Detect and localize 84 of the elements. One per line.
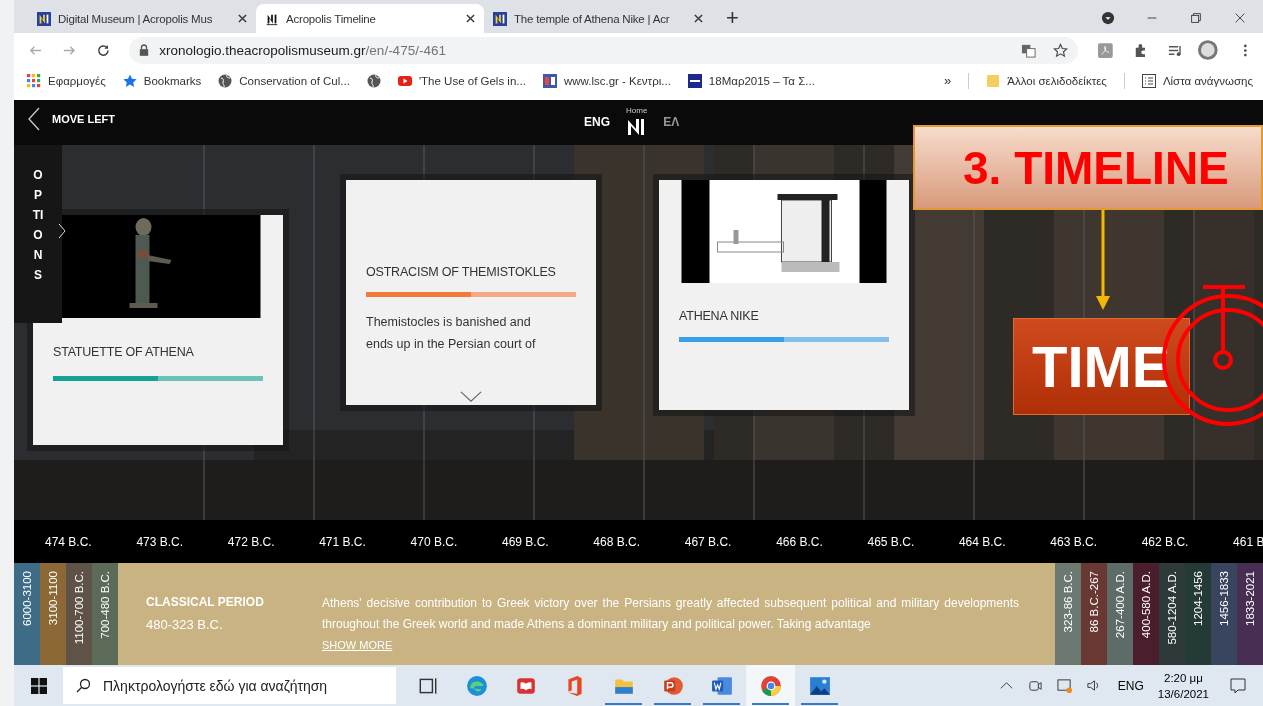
period-dates: 480-323 B.C. xyxy=(146,617,224,632)
presentation-app-icon xyxy=(661,674,684,697)
globe-icon xyxy=(218,73,233,88)
camera-icon[interactable] xyxy=(1027,678,1043,693)
taskbar-search-field[interactable]: Πληκτρολογήστε εδώ για αναζήτηση xyxy=(63,667,396,704)
profile-avatar-icon[interactable] xyxy=(1196,39,1219,61)
year-label[interactable]: 469 B.C. xyxy=(501,534,594,549)
year-label[interactable]: 464 B.C. xyxy=(958,534,1051,549)
bookmark[interactable]: www.lsc.gr - Κεντρι... xyxy=(542,73,671,88)
url-path: /en/-475/-461 xyxy=(365,42,446,58)
volume-icon[interactable] xyxy=(1085,678,1101,693)
period-description: Athens' decisive contribution to Greek victory over the Persians greatly affected subsequent political and military developments throughout the Greek world and made Athens a dominant military and political power. Taking advantage xyxy=(322,595,1019,633)
bookmark[interactable] xyxy=(366,73,381,88)
apps-grid-icon xyxy=(27,73,41,88)
bookmark[interactable]: Conservation of Cul... xyxy=(218,73,350,88)
year-label[interactable]: 461 B xyxy=(1233,534,1263,549)
more-bookmarks-button[interactable]: » xyxy=(944,73,952,88)
network-icon[interactable] xyxy=(1056,678,1072,693)
year-label[interactable]: 473 B.C. xyxy=(136,534,228,549)
notifications-icon[interactable] xyxy=(1229,676,1247,695)
chrome-icon xyxy=(759,674,782,697)
year-label[interactable]: 462 B.C. xyxy=(1141,534,1234,549)
year-label[interactable]: 463 B.C. xyxy=(1050,534,1142,549)
period-tab[interactable]: 1204-1456 xyxy=(1185,563,1211,665)
globe-icon xyxy=(366,73,381,88)
year-label[interactable]: 470 B.C. xyxy=(410,534,502,549)
period-tab[interactable]: 323-86 B.C. xyxy=(1055,563,1081,665)
close-tab-icon[interactable] xyxy=(466,14,475,23)
period-tab[interactable]: 3100-1100 xyxy=(40,563,66,665)
star-icon[interactable] xyxy=(1053,42,1069,58)
mountain-picture-icon xyxy=(808,674,831,697)
windows-start-icon[interactable] xyxy=(31,677,47,694)
site-favicon-icon xyxy=(542,73,557,88)
restore-icon[interactable] xyxy=(1189,11,1203,25)
period-tab[interactable]: 86 B.C.-267 xyxy=(1081,563,1107,665)
year-label[interactable]: 467 B.C. xyxy=(684,534,777,549)
bookmark-folder[interactable]: Άλλοι σελιδοδείκτες xyxy=(986,73,1107,88)
year-label[interactable]: 472 B.C. xyxy=(227,534,320,549)
year-label[interactable]: 468 B.C. xyxy=(593,534,685,549)
museum-favicon-icon xyxy=(493,11,507,26)
list-icon xyxy=(1141,73,1156,88)
star-icon xyxy=(122,73,137,88)
period-title: CLASSICAL PERIOD xyxy=(146,595,265,609)
bookmark[interactable]: Bookmarks xyxy=(122,73,202,88)
period-tab[interactable]: 1456-1833 xyxy=(1211,563,1237,665)
browser-tab[interactable]: Digital Museum | Acropolis Mus xyxy=(28,4,256,33)
close-icon[interactable] xyxy=(1233,11,1247,25)
browser-tab[interactable]: Acropolis Timeline xyxy=(256,4,484,33)
document-app-icon xyxy=(710,674,733,697)
pdf-extension-icon[interactable] xyxy=(1098,42,1114,58)
address-field[interactable]: xronologio.theacropolismuseum.gr/en/-475/-461 xyxy=(129,36,1079,64)
year-label[interactable]: 465 B.C. xyxy=(867,534,959,549)
close-tab-icon[interactable] xyxy=(694,14,703,23)
search-icon xyxy=(75,678,91,694)
bookmark[interactable]: 'The Use of Gels in... xyxy=(397,73,526,88)
year-label[interactable]: 474 B.C. xyxy=(45,534,137,549)
close-tab-icon[interactable] xyxy=(238,14,247,23)
browser-tab[interactable]: The temple of Athena Nike | Acr xyxy=(484,4,712,33)
reload-icon[interactable] xyxy=(95,42,111,58)
lock-icon xyxy=(139,44,150,56)
clock[interactable]: 2:20 μμ 13/6/2021 xyxy=(1157,669,1209,702)
extensions-icon[interactable] xyxy=(1133,42,1148,58)
input-language[interactable]: ENG xyxy=(1117,678,1144,693)
reading-list-button[interactable]: Λίστα ανάγνωσης xyxy=(1141,73,1253,88)
bookmark[interactable]: 18Μαρ2015 – Τα Σ... xyxy=(687,73,815,88)
url-host: xronologio.theacropolismuseum.gr xyxy=(159,42,366,58)
period-tab[interactable]: 580-1204 A.D. xyxy=(1159,563,1185,665)
site-favicon-icon xyxy=(687,73,702,88)
museum-favicon-icon xyxy=(37,11,51,26)
browser-swirl-icon xyxy=(465,674,488,697)
period-tab[interactable]: 400-580 A.D. xyxy=(1133,563,1159,665)
folder-icon xyxy=(986,73,1001,88)
period-tab[interactable]: 6000-3100 xyxy=(14,563,40,665)
period-tab[interactable]: 1833-2021 xyxy=(1237,563,1263,665)
year-label[interactable]: 466 B.C. xyxy=(776,534,868,549)
period-tab[interactable]: 700-480 B.C. xyxy=(92,563,118,665)
period-tab[interactable]: 267-400 A.D. xyxy=(1107,563,1133,665)
year-label[interactable]: 471 B.C. xyxy=(319,534,411,549)
period-tab[interactable]: 1100-700 B.C. xyxy=(66,563,92,665)
new-tab-button[interactable]: + xyxy=(726,5,739,31)
video-play-icon xyxy=(397,73,412,88)
tab-search-icon[interactable] xyxy=(1101,11,1115,25)
bookmark[interactable]: Εφαρμογές xyxy=(27,73,106,88)
translate-icon[interactable] xyxy=(1021,42,1037,58)
